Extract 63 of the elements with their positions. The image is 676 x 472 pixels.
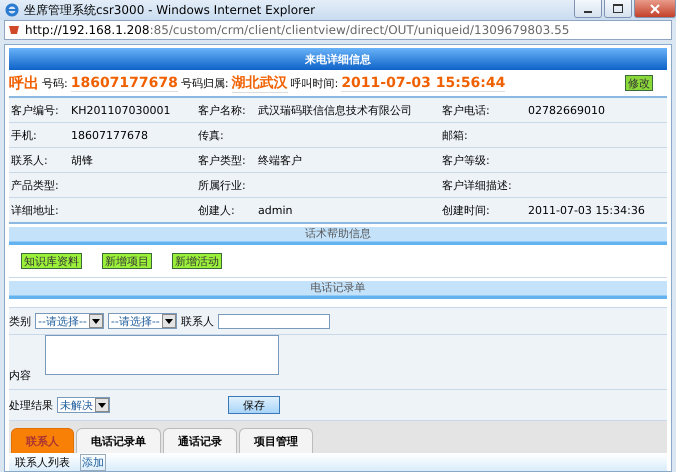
- field-value: 武汉瑞码联信信息技术有限公司: [258, 104, 412, 116]
- header-title: 来电详细信息: [305, 52, 371, 66]
- section-title: 电话记录单: [310, 281, 366, 295]
- close-button[interactable]: [634, 0, 676, 18]
- tab[interactable]: 通话记录: [163, 428, 237, 453]
- call-time-label: 呼叫时间:: [290, 76, 338, 90]
- field-label: 创建时间:: [441, 202, 491, 218]
- field-value: 18607177678: [71, 128, 148, 142]
- caret-icon: [164, 318, 173, 324]
- field-label: 传真:: [197, 128, 225, 142]
- contact-list-label: 联系人列表: [15, 454, 70, 470]
- field-label: 客户等级:: [441, 152, 491, 168]
- add-link[interactable]: 添加: [80, 454, 106, 470]
- subcategory-dropdown[interactable]: --请选择--: [108, 313, 177, 329]
- category-dropdown[interactable]: --请选择--: [35, 313, 104, 329]
- contact-label: 联系人: [180, 314, 214, 328]
- field-value: 2011-07-03 15:34:36: [528, 204, 645, 216]
- action-button[interactable]: 新增活动: [172, 253, 222, 269]
- field-label: 邮箱:: [441, 128, 469, 142]
- action-button[interactable]: 知识库资料: [21, 253, 82, 269]
- field-label: 创建人:: [197, 202, 236, 218]
- caller-number: 18607177678: [70, 74, 178, 92]
- field-label: 产品类型:: [10, 178, 60, 192]
- field-value: 胡锋: [71, 154, 93, 166]
- field-label: 所属行业:: [197, 178, 247, 192]
- window-title: 坐席管理系统csr3000 - Windows Internet Explorer: [24, 2, 316, 18]
- address-bar[interactable]: http://192.168.1.208:85/custom/crm/client/clientview/direct/OUT/uniqueid/1309679803.55: [4, 20, 672, 40]
- site-icon: [7, 23, 21, 37]
- save-button[interactable]: 保存: [228, 396, 280, 414]
- field-value: KH201107030001: [71, 104, 170, 116]
- call-direction: 呼出: [9, 74, 39, 92]
- category-label: 类别: [9, 314, 31, 328]
- caller-region: 湖北武汉: [232, 74, 288, 92]
- number-label: 号码:: [42, 76, 68, 90]
- section-title: 话术帮助信息: [305, 227, 371, 241]
- result-label: 处理结果: [9, 398, 53, 412]
- content-label: 内容: [9, 368, 32, 383]
- caret-icon: [92, 318, 100, 324]
- field-value: admin: [258, 204, 292, 216]
- field-label: 客户详细描述:: [441, 178, 513, 192]
- field-value: 02782669010: [528, 104, 605, 116]
- edit-button[interactable]: 修改: [625, 75, 653, 91]
- field-label: 客户名称:: [197, 102, 247, 118]
- field-value: 终端客户: [258, 154, 302, 166]
- minimize-button[interactable]: [574, 0, 602, 18]
- caret-icon: [98, 402, 106, 408]
- field-label: 客户编号:: [10, 102, 60, 118]
- field-label: 详细地址:: [10, 202, 60, 218]
- tab[interactable]: 项目管理: [239, 428, 313, 453]
- close-icon: [650, 4, 660, 14]
- field-label: 客户类型:: [197, 152, 247, 168]
- field-label: 联系人:: [10, 152, 49, 168]
- content-textarea[interactable]: [45, 335, 279, 375]
- result-dropdown[interactable]: 未解决: [57, 397, 110, 413]
- call-time: 2011-07-03 15:56:44: [341, 74, 506, 92]
- field-label: 手机:: [10, 128, 38, 142]
- browser-logo-icon: [4, 2, 20, 18]
- action-button[interactable]: 新增项目: [102, 253, 152, 269]
- field-label: 客户电话:: [441, 102, 491, 118]
- tab[interactable]: 电话记录单: [76, 428, 161, 453]
- maximize-button[interactable]: [604, 0, 632, 18]
- region-label: 号码归属:: [180, 76, 229, 90]
- contact-input-field[interactable]: [218, 314, 330, 328]
